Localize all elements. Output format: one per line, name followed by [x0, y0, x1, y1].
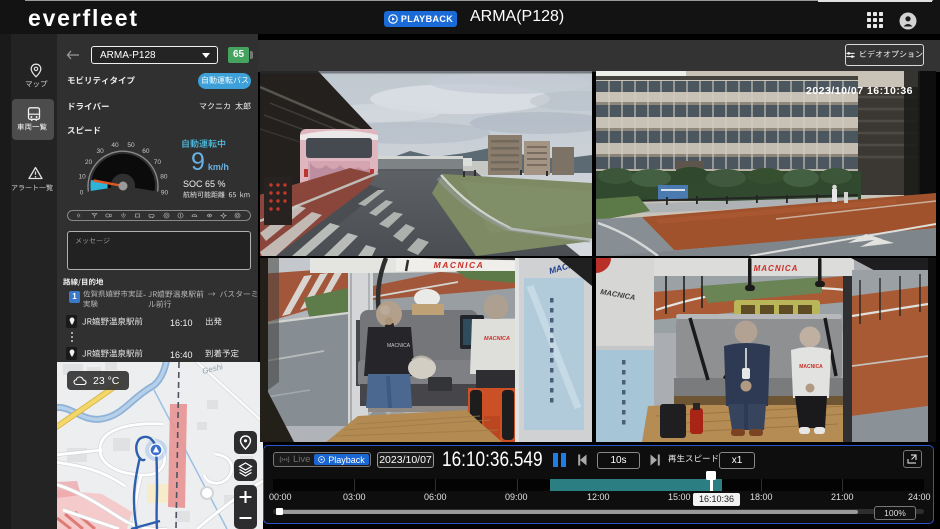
svg-text:2023/10/07 16:10:36: 2023/10/07 16:10:36 [806, 85, 913, 97]
svg-text:70: 70 [154, 159, 162, 166]
svg-text:MACNICA: MACNICA [484, 336, 510, 342]
svg-text:MACNICA: MACNICA [387, 343, 411, 349]
svg-text:0: 0 [80, 190, 84, 197]
svg-text:MACNICA: MACNICA [434, 260, 485, 270]
svg-text:MACNICA: MACNICA [799, 364, 823, 370]
svg-text:40: 40 [111, 142, 119, 149]
svg-text:80: 80 [160, 174, 168, 181]
svg-text:50: 50 [127, 142, 135, 149]
svg-text:20: 20 [85, 159, 93, 166]
svg-text:10: 10 [78, 174, 86, 181]
svg-text:90: 90 [161, 190, 169, 197]
svg-text:MACNICA: MACNICA [754, 264, 799, 273]
svg-text:60: 60 [142, 148, 150, 155]
svg-text:30: 30 [96, 148, 104, 155]
